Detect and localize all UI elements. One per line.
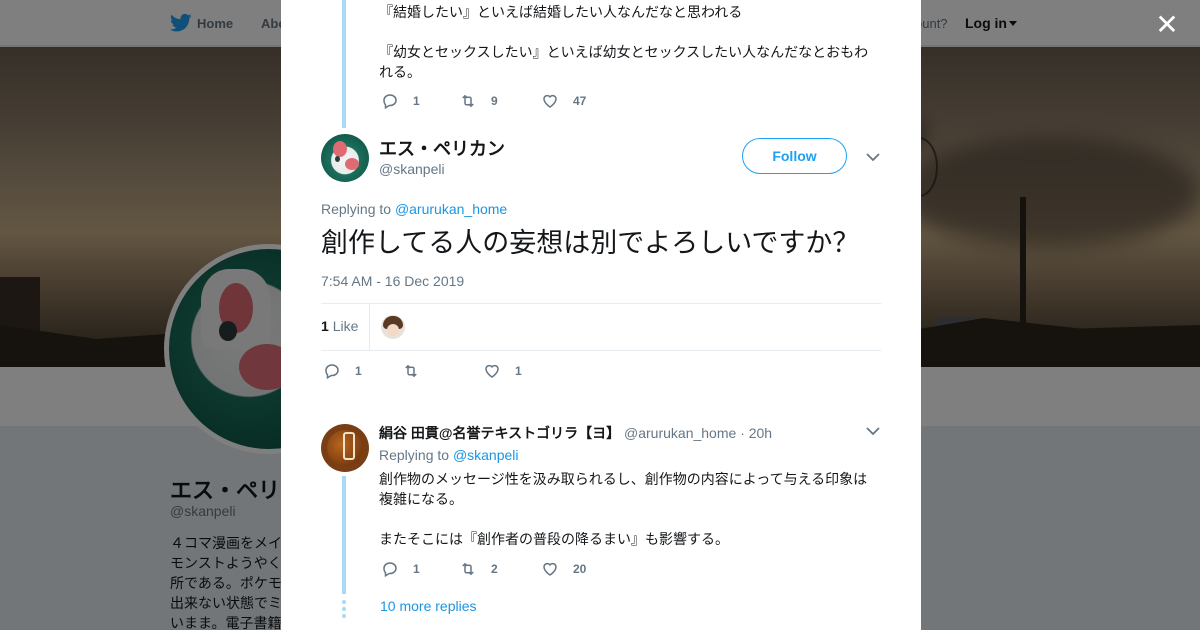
like-action[interactable]: 1 [483, 362, 522, 380]
tweet-timestamp[interactable]: 7:54 AM - 16 Dec 2019 [321, 273, 464, 289]
replying-prefix: Replying to [321, 201, 392, 217]
likes-summary-label: Like [332, 318, 359, 334]
retweet-action[interactable]: 2 [459, 560, 498, 578]
reply-author-name: 絹谷 田貫@名誉テキストゴリラ【ヨ】 [379, 425, 621, 441]
reply-replying-to: Replying to @skanpeli [379, 445, 879, 465]
tweet-modal: 『結婚したい』といえば結婚したい人なんだなと思われる 『幼女とセックスしたい』と… [281, 0, 921, 630]
divider [321, 303, 881, 304]
thread-line [342, 476, 346, 594]
heart-icon [485, 364, 499, 378]
divider [321, 350, 881, 351]
like-count: 47 [573, 94, 587, 108]
tweet-line: 『結婚したい』といえば結婚したい人なんだなと思われる [379, 4, 743, 20]
author-name[interactable]: エス・ペリカン [379, 135, 505, 161]
retweet-icon [405, 364, 417, 378]
reply-author[interactable]: 絹谷 田貫@名誉テキストゴリラ【ヨ】 @arurukan_home · 20h [379, 423, 772, 443]
thread-dots [342, 600, 346, 618]
close-icon[interactable]: ✕ [1154, 11, 1180, 39]
reply-action[interactable]: 1 [323, 362, 362, 380]
reply-action[interactable]: 1 [381, 92, 420, 110]
tweet-line: またそこには『創作者の普段の降るまい』も影響する。 [379, 531, 729, 547]
reply-tweet-text: 創作物のメッセージ性を汲み取られるし、創作物の内容によって与える印象は 複雑にな… [379, 469, 879, 549]
reply-author-handle: @arurukan_home [624, 425, 737, 441]
parent-tweet-actions: 1 9 47 [381, 92, 681, 112]
reply-icon [383, 94, 397, 110]
avatar-cat-eye [335, 156, 340, 162]
reply-count: 1 [413, 94, 420, 108]
tweet-line-spacer [379, 22, 879, 42]
likes-summary[interactable]: 1 Like [321, 318, 358, 334]
heart-icon [543, 94, 557, 108]
chevron-down-icon[interactable] [866, 426, 880, 436]
reply-tweet-actions: 1 2 20 [381, 560, 681, 580]
replying-to-link[interactable]: @skanpeli [453, 447, 519, 463]
reply-author-avatar[interactable] [321, 424, 369, 472]
liker-avatar[interactable] [381, 315, 405, 339]
reply-count: 1 [355, 364, 362, 378]
like-action[interactable]: 47 [541, 92, 586, 110]
retweet-action[interactable] [402, 362, 420, 380]
more-replies-link[interactable]: 10 more replies [380, 598, 477, 614]
reply-icon [383, 562, 397, 578]
reply-action[interactable]: 1 [381, 560, 420, 578]
main-tweet-actions: 1 1 [323, 362, 623, 382]
main-tweet-text: 創作してる人の妄想は別でよろしいですか？ [321, 228, 860, 258]
replying-to-link[interactable]: @arurukan_home [395, 201, 507, 217]
author-handle[interactable]: @skanpeli [379, 161, 445, 177]
follow-button[interactable]: Follow [742, 138, 847, 174]
like-count: 20 [573, 562, 587, 576]
likes-summary-count: 1 [321, 318, 329, 334]
heart-icon [543, 562, 557, 576]
retweet-action[interactable]: 9 [459, 92, 498, 110]
avatar-face [387, 324, 399, 336]
divider [369, 304, 370, 350]
tweet-line: 『幼女とセックスしたい』といえば幼女とセックスしたい人なんだなとおもわ [379, 44, 869, 60]
like-action[interactable]: 20 [541, 560, 586, 578]
replying-prefix: Replying to [379, 447, 450, 463]
thread-line [342, 0, 346, 128]
tweet-line: れる。 [379, 64, 421, 80]
chevron-down-icon[interactable] [866, 152, 880, 162]
retweet-icon [462, 94, 474, 108]
replying-to: Replying to @arurukan_home [321, 201, 507, 217]
parent-tweet-text: 『結婚したい』といえば結婚したい人なんだなと思われる 『幼女とセックスしたい』と… [379, 2, 879, 82]
avatar-cat-ear [333, 141, 347, 157]
tweet-line: 創作物のメッセージ性を汲み取られるし、創作物の内容によって与える印象は [379, 471, 868, 487]
reply-count: 1 [413, 562, 420, 576]
reply-icon [325, 364, 339, 380]
retweet-count: 2 [491, 562, 498, 576]
tweet-line: 複雑になる。 [379, 491, 463, 507]
tweet-line-spacer [379, 509, 879, 529]
retweet-count: 9 [491, 94, 498, 108]
retweet-icon [462, 562, 474, 576]
avatar-kanji-mark [343, 432, 355, 460]
author-avatar[interactable] [321, 134, 369, 182]
reply-age[interactable]: · 20h [740, 425, 772, 441]
like-count: 1 [515, 364, 522, 378]
avatar-cat-nose [345, 158, 359, 170]
